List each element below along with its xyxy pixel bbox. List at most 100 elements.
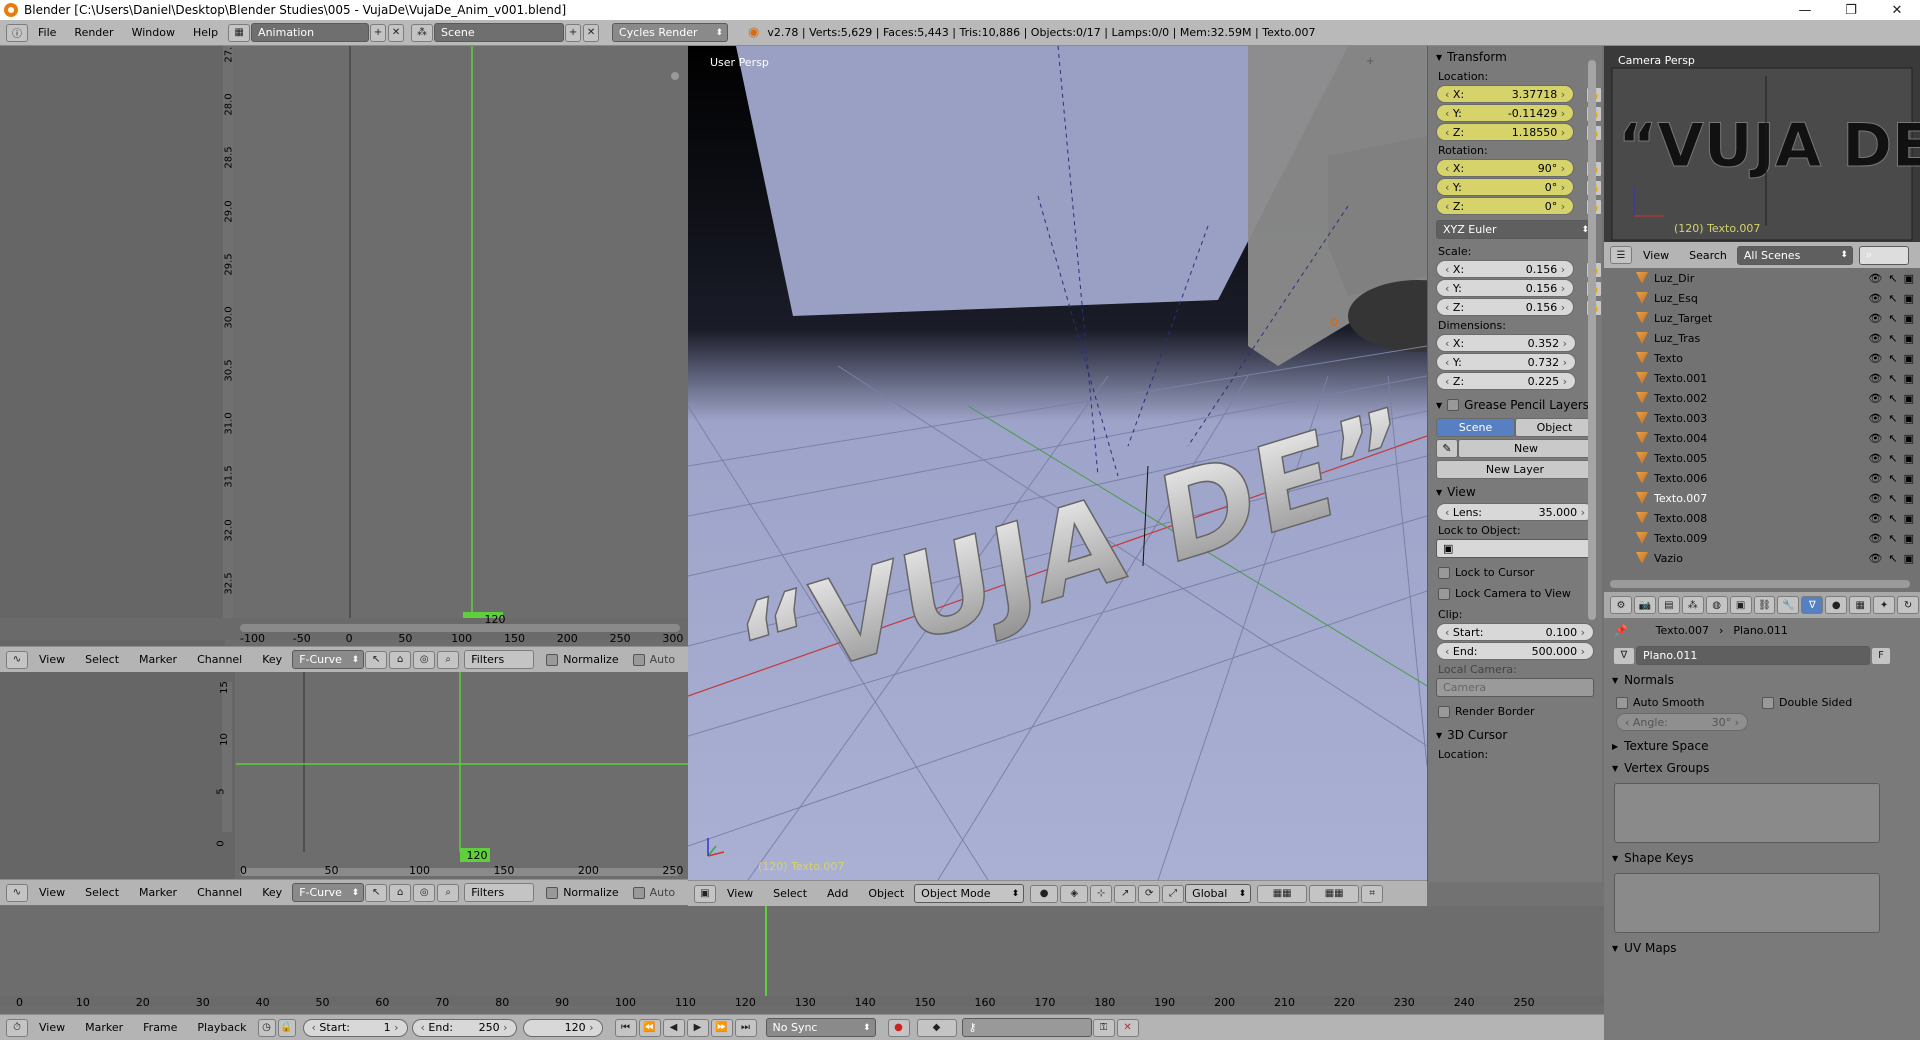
ghost-icon[interactable]: ⌂ [389, 650, 412, 669]
render-camera-icon[interactable]: ▣ [1904, 492, 1914, 505]
filters-button[interactable]: Filters [464, 650, 535, 669]
object-mode-dropdown[interactable]: Object Mode [914, 884, 1025, 903]
dimension-y-field[interactable]: Y:0.732 [1436, 353, 1576, 371]
graph-top-hscrollbar[interactable] [240, 624, 680, 632]
graph2-menu-channel[interactable]: Channel [187, 886, 252, 899]
outliner-item[interactable]: Luz_Tras 👁 ↖ ▣ [1604, 328, 1920, 348]
menu-window[interactable]: Window [123, 26, 184, 39]
outliner-item-name[interactable]: Texto.002 [1654, 392, 1707, 405]
visibility-eye-icon[interactable]: 👁 [1868, 312, 1882, 325]
grease-pencil-checkbox[interactable] [1447, 399, 1460, 411]
graph-mode-dropdown[interactable]: F-Curve [292, 650, 365, 669]
outliner-item[interactable]: Texto.005 👁 ↖ ▣ [1604, 448, 1920, 468]
graph-menu-key[interactable]: Key [252, 653, 292, 666]
filters2-button[interactable]: Filters [464, 883, 535, 902]
outliner-item-name[interactable]: Texto.001 [1654, 372, 1707, 385]
graph-menu-marker[interactable]: Marker [129, 653, 187, 666]
outliner-item-name[interactable]: Luz_Dir [1654, 272, 1694, 285]
screen-layout-field[interactable]: Animation [251, 23, 370, 42]
vertex-groups-section[interactable]: Vertex Groups [1604, 757, 1920, 779]
texture-tab-icon[interactable]: ▦ [1849, 596, 1872, 614]
grease-pencil-section[interactable]: Grease Pencil Layers [1428, 394, 1602, 416]
outliner-menu-search[interactable]: Search [1679, 249, 1737, 262]
scene-icon[interactable]: ⁂ [411, 23, 434, 42]
select-arrow-icon[interactable]: ↖ [1888, 452, 1897, 465]
pointer-icon[interactable]: ↖ [365, 650, 388, 669]
render-camera-icon[interactable]: ▣ [1904, 552, 1914, 565]
mesh-data-icon[interactable]: ∇ [1613, 646, 1635, 665]
outliner-item-name[interactable]: Texto.005 [1654, 452, 1707, 465]
lock-cursor-checkbox[interactable]: Lock to Cursor [1428, 564, 1602, 581]
world-tab-icon[interactable]: ◍ [1705, 596, 1728, 614]
rotate-icon[interactable]: ⟳ [1138, 884, 1161, 903]
lock-layers-icon[interactable]: ⌗ [1361, 884, 1384, 903]
timeline-canvas[interactable] [0, 906, 1604, 1006]
play-reverse-icon[interactable]: ◀ [662, 1018, 685, 1037]
outliner-item-name[interactable]: Texto.009 [1654, 532, 1707, 545]
visibility-eye-icon[interactable]: 👁 [1868, 292, 1882, 305]
keying-set-field[interactable]: ⚷ [961, 1018, 1092, 1037]
visibility-eye-icon[interactable]: 👁 [1868, 432, 1882, 445]
properties-editor[interactable]: ⚙ 📷 ▤ ⁂ ◍ ▣ ⛓ 🔧 ∇ ● ▦ ✦ ↻ 📌 Texto.007 › … [1604, 592, 1920, 1040]
outliner-menu-view[interactable]: View [1633, 249, 1679, 262]
layers2-icon[interactable]: ▦▦ [1309, 884, 1360, 903]
play-icon[interactable]: ▶ [686, 1018, 709, 1037]
menu-render[interactable]: Render [65, 26, 122, 39]
manipulator-icon[interactable]: ⊹ [1090, 884, 1113, 903]
lens-field[interactable]: Lens:35.000 [1436, 503, 1594, 521]
render-camera-icon[interactable]: ▣ [1904, 512, 1914, 525]
current-frame-field[interactable]: 120 [522, 1018, 603, 1037]
add-scene-icon[interactable]: + [565, 23, 582, 42]
render-camera-icon[interactable]: ▣ [1904, 272, 1914, 285]
preview-range-icon[interactable]: ◷ [257, 1018, 276, 1037]
maximize-button[interactable]: ❐ [1828, 0, 1874, 20]
render-camera-icon[interactable]: ▣ [1904, 372, 1914, 385]
select-arrow-icon[interactable]: ↖ [1888, 412, 1897, 425]
outliner-item[interactable]: Luz_Esq 👁 ↖ ▣ [1604, 288, 1920, 308]
graph-menu-view[interactable]: View [29, 653, 75, 666]
render-camera-icon[interactable]: ▣ [1904, 432, 1914, 445]
outliner-hscrollbar[interactable] [1610, 580, 1910, 588]
outliner[interactable]: ☰ View Search All Scenes ⌕ Luz_Dir👁↖▣Luz… [1604, 242, 1920, 592]
visibility-eye-icon[interactable]: 👁 [1868, 492, 1882, 505]
outliner-item[interactable]: Vazio 👁 ↖ ▣ [1604, 548, 1920, 568]
graph2-editor-type-icon[interactable]: ∿ [6, 883, 28, 902]
menu-help[interactable]: Help [184, 26, 227, 39]
location-z-field[interactable]: Z:1.18550 [1436, 123, 1575, 141]
visibility-eye-icon[interactable]: 👁 [1868, 372, 1882, 385]
render-border-checkbox[interactable]: Render Border [1428, 703, 1602, 720]
jump-start-icon[interactable]: ⏮ [614, 1018, 637, 1037]
outliner-item[interactable]: Texto.003 👁 ↖ ▣ [1604, 408, 1920, 428]
scale-y-field[interactable]: Y:0.156 [1436, 279, 1575, 297]
scene-field[interactable]: Scene [434, 23, 565, 42]
outliner-item[interactable]: Texto.009 👁 ↖ ▣ [1604, 528, 1920, 548]
insert-keyframe-icon[interactable]: ⚿ [1092, 1018, 1115, 1037]
translate-icon[interactable]: ↗ [1114, 884, 1137, 903]
auto-checkbox[interactable]: Auto [632, 653, 675, 666]
lock-camera-checkbox[interactable]: Lock Camera to View [1428, 585, 1602, 602]
next-keyframe-icon[interactable]: ⏩ [710, 1018, 733, 1037]
outliner-item[interactable]: Texto.004 👁 ↖ ▣ [1604, 428, 1920, 448]
clip-start-field[interactable]: Start:0.100 [1436, 623, 1594, 641]
view-section[interactable]: View [1428, 481, 1602, 503]
pivot-icon[interactable]: ◎ [413, 650, 436, 669]
render-tab-icon[interactable]: 📷 [1633, 596, 1656, 614]
viewport-menu-select[interactable]: Select [763, 887, 817, 900]
outliner-item-name[interactable]: Luz_Target [1654, 312, 1712, 325]
constraints-tab-icon[interactable]: ⛓ [1753, 596, 1776, 614]
scene-tab-icon[interactable]: ⁂ [1681, 596, 1704, 614]
outliner-item-name[interactable]: Texto [1654, 352, 1683, 365]
zoom-icon[interactable]: ⌕ [437, 650, 460, 669]
scale-x-field[interactable]: X:0.156 [1436, 260, 1575, 278]
auto-smooth-checkbox[interactable]: Auto Smooth [1616, 696, 1762, 709]
select-arrow-icon[interactable]: ↖ [1888, 392, 1897, 405]
visibility-eye-icon[interactable]: 👁 [1868, 352, 1882, 365]
visibility-eye-icon[interactable]: 👁 [1868, 472, 1882, 485]
particles-tab-icon[interactable]: ✦ [1873, 596, 1896, 614]
render-camera-icon[interactable]: ▣ [1904, 412, 1914, 425]
record-icon[interactable]: ● [887, 1018, 910, 1037]
render-camera-icon[interactable]: ▣ [1904, 392, 1914, 405]
scale-icon[interactable]: ⤢ [1162, 884, 1185, 903]
outliner-search-input[interactable]: ⌕ [1858, 245, 1909, 265]
remove-layout-icon[interactable]: ✕ [388, 23, 405, 42]
